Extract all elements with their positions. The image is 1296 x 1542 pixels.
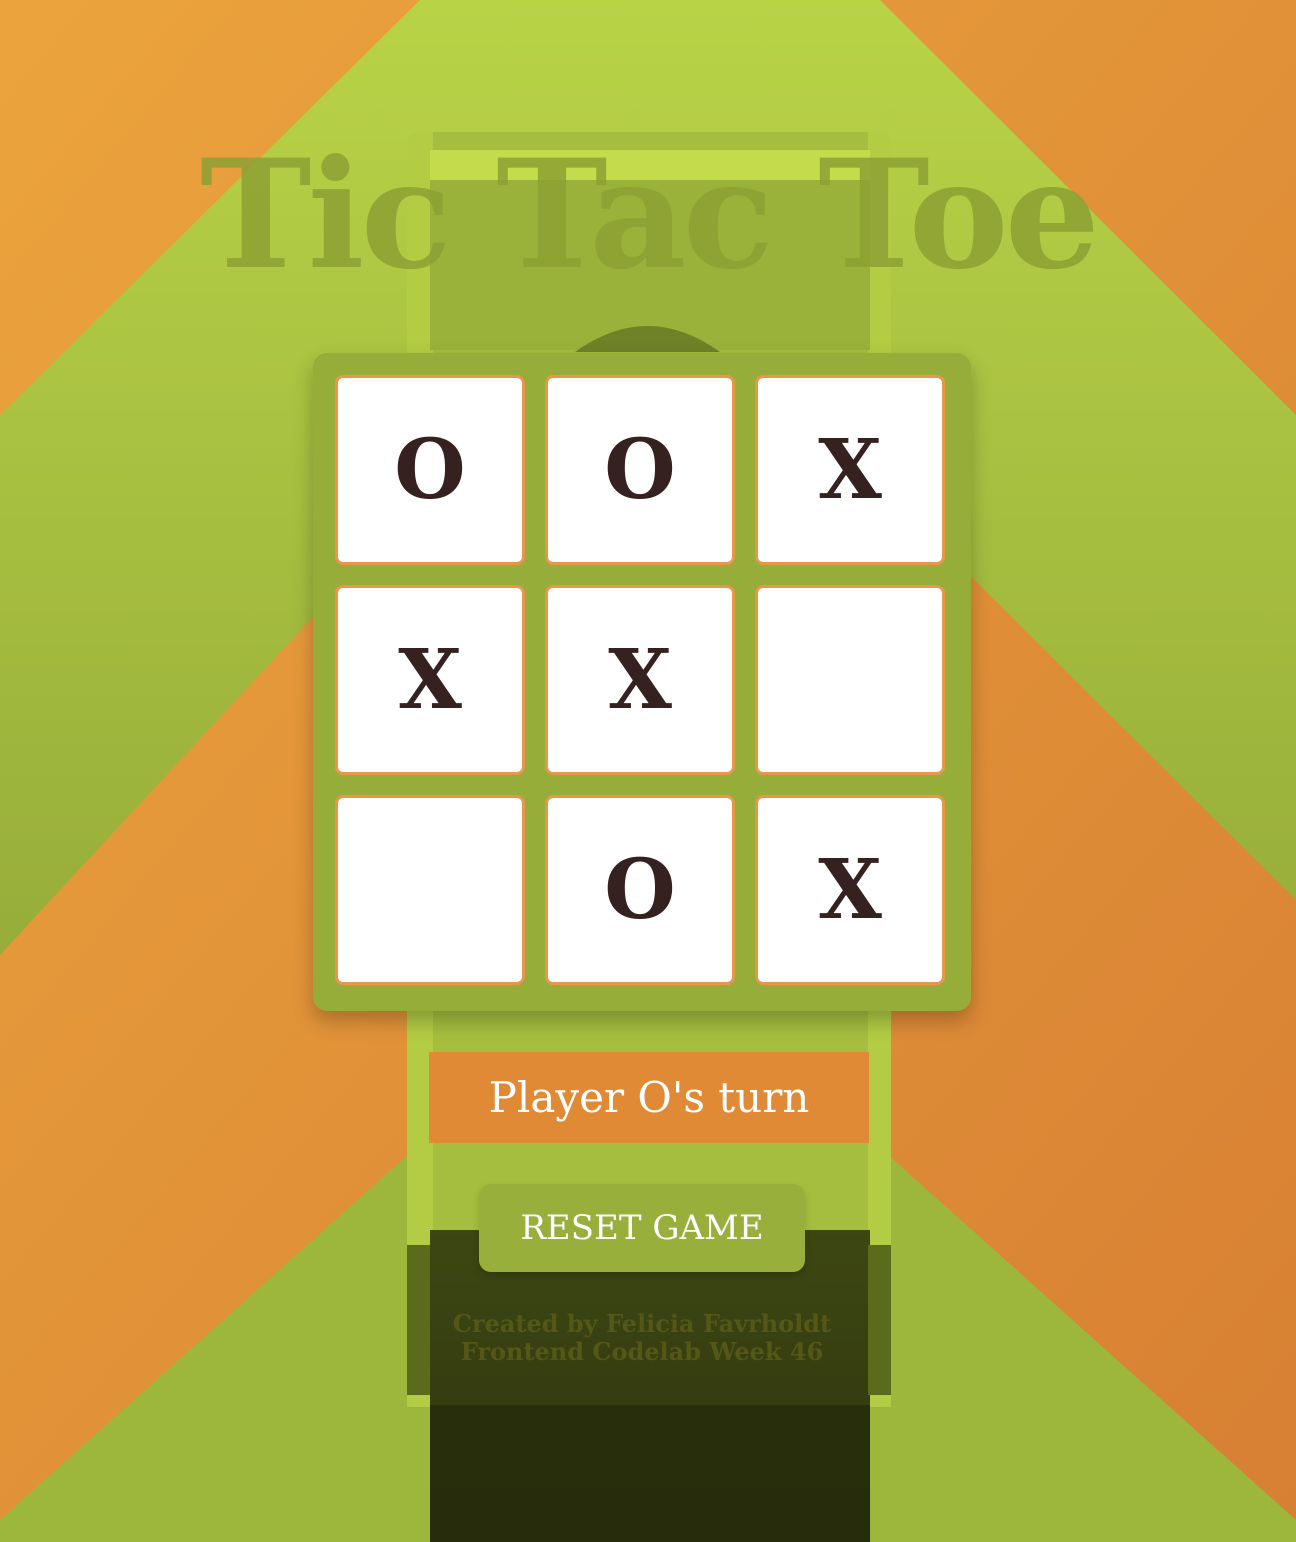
game-board: O O X X X O X bbox=[313, 353, 971, 1011]
page-title: Tic Tac Toe bbox=[199, 127, 1100, 303]
board-cell[interactable] bbox=[755, 585, 945, 775]
board-cell[interactable]: X bbox=[335, 585, 525, 775]
board-cell[interactable]: X bbox=[755, 795, 945, 985]
board-cell[interactable]: O bbox=[335, 375, 525, 565]
board-cell[interactable]: O bbox=[545, 375, 735, 565]
board-cell[interactable]: X bbox=[545, 585, 735, 775]
board-cell[interactable]: O bbox=[545, 795, 735, 985]
reset-game-button[interactable]: RESET GAME bbox=[479, 1184, 805, 1272]
board-cell[interactable] bbox=[335, 795, 525, 985]
credits-author: Created by Felicia Favrholdt bbox=[452, 1309, 832, 1338]
credits-course: Frontend Codelab Week 46 bbox=[460, 1337, 824, 1366]
turn-indicator: Player O's turn bbox=[429, 1052, 869, 1143]
board-cell[interactable]: X bbox=[755, 375, 945, 565]
footer-credits: Created by Felicia Favrholdt Frontend Co… bbox=[0, 1310, 1284, 1366]
